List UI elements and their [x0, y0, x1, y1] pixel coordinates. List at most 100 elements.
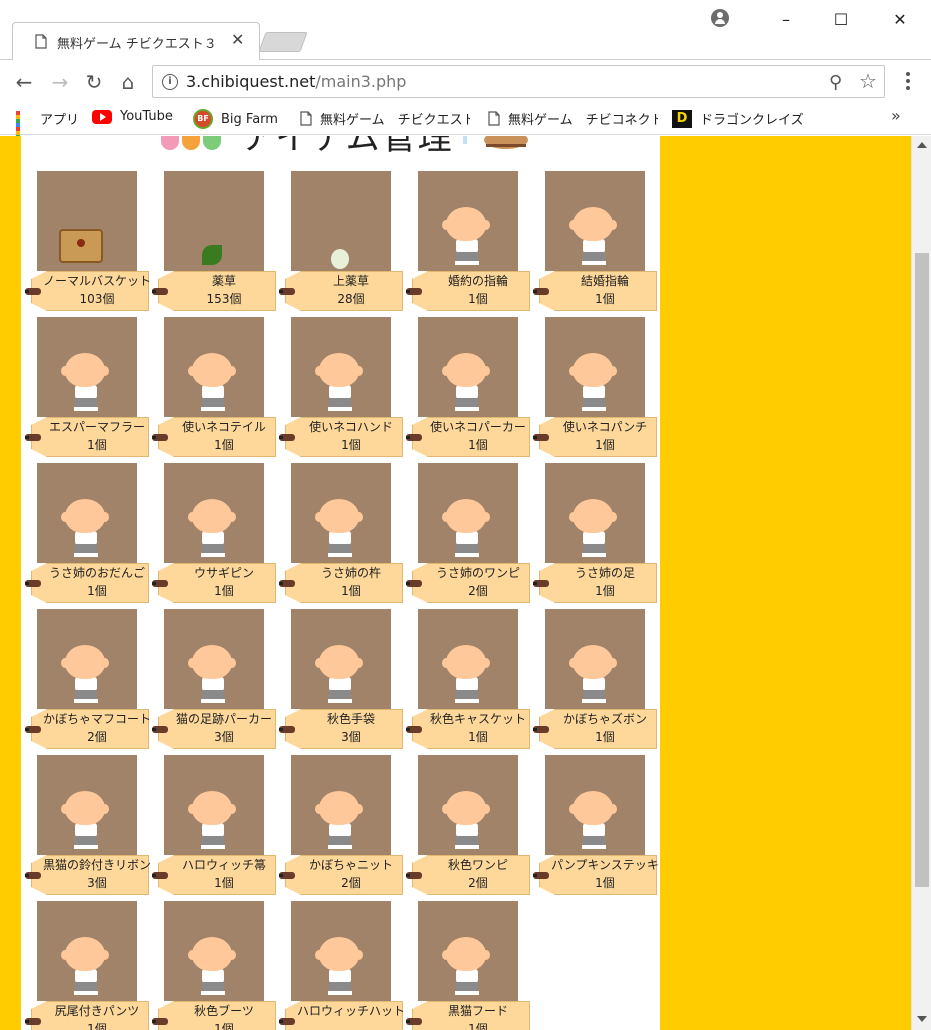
bookmark-dragoncraze[interactable]: D ドラゴンクレイズ — [672, 109, 804, 129]
item-thumbnail[interactable] — [418, 755, 518, 855]
item-thumbnail[interactable] — [291, 609, 391, 709]
minimize-button[interactable]: – — [766, 6, 806, 34]
chibi-avatar — [569, 353, 617, 417]
forward-button[interactable]: → — [48, 70, 72, 94]
item-card[interactable]: 結婚指輪 1個 — [533, 171, 660, 317]
page-icon — [300, 111, 312, 126]
item-thumbnail[interactable] — [418, 171, 518, 271]
item-thumbnail[interactable] — [545, 171, 645, 271]
item-card[interactable]: ハロウィッチハット — [279, 901, 412, 1030]
new-tab-button[interactable] — [258, 32, 308, 52]
item-card[interactable]: パンプキンステッキ 1個 — [533, 755, 660, 901]
item-thumbnail[interactable] — [291, 171, 391, 271]
item-tag: パンプキンステッキ 1個 — [533, 855, 659, 895]
back-button[interactable]: ← — [12, 70, 36, 94]
item-thumbnail[interactable] — [418, 317, 518, 417]
item-thumbnail[interactable] — [37, 901, 137, 1001]
item-thumbnail[interactable] — [545, 609, 645, 709]
bookmarks-bar: アプリ YouTube BF Big Farm 無料ゲーム チビクエスト 無料ゲー… — [0, 104, 931, 147]
item-card[interactable]: 秋色ワンピ 2個 — [406, 755, 539, 901]
item-thumbnail[interactable] — [164, 463, 264, 563]
zoom-icon[interactable]: ⚲ — [829, 72, 842, 93]
item-card[interactable]: うさ姉のおだんご 1個 — [25, 463, 158, 609]
item-count: 1個 — [87, 584, 107, 598]
item-card[interactable]: 使いネコパンチ 1個 — [533, 317, 660, 463]
item-card[interactable]: 猫の足跡パーカー 3個 — [152, 609, 285, 755]
tag-string-icon — [406, 872, 422, 879]
item-thumbnail[interactable] — [164, 609, 264, 709]
item-card[interactable]: 黒猫の鈴付きリボン 3個 — [25, 755, 158, 901]
item-thumbnail[interactable] — [545, 317, 645, 417]
profile-icon[interactable] — [711, 9, 729, 27]
item-card[interactable]: 秋色手袋 3個 — [279, 609, 412, 755]
close-tab-icon[interactable]: ✕ — [231, 30, 244, 49]
item-card[interactable]: うさ姉のワンピ 2個 — [406, 463, 539, 609]
item-card[interactable]: かぼちゃズボン 1個 — [533, 609, 660, 755]
item-card[interactable]: 薬草 153個 — [152, 171, 285, 317]
item-thumbnail[interactable] — [164, 755, 264, 855]
item-card[interactable]: かぼちゃニット 2個 — [279, 755, 412, 901]
item-thumbnail[interactable] — [37, 755, 137, 855]
item-card[interactable]: かぼちゃマフコート 2個 — [25, 609, 158, 755]
url-text[interactable]: 3.chibiquest.net/main3.php — [186, 72, 406, 91]
item-card[interactable]: 婚約の指輪 1個 — [406, 171, 539, 317]
bookmark-bigfarm[interactable]: BF Big Farm — [193, 109, 278, 129]
item-thumbnail[interactable] — [418, 609, 518, 709]
bookmark-youtube[interactable]: YouTube — [92, 109, 173, 129]
bookmark-chibiconnect[interactable]: 無料ゲーム チビコネクト — [488, 109, 658, 129]
item-thumbnail[interactable] — [291, 755, 391, 855]
item-card[interactable]: うさ姉の杵 1個 — [279, 463, 412, 609]
item-label: 秋色ブーツ 1個 — [169, 1002, 279, 1030]
item-card[interactable]: 秋色ブーツ 1個 — [152, 901, 285, 1030]
item-thumbnail[interactable] — [37, 171, 137, 271]
close-window-button[interactable]: ✕ — [880, 6, 920, 34]
item-tag: ハロウィッチ箒 1個 — [152, 855, 276, 895]
browser-menu-icon[interactable] — [898, 70, 918, 94]
item-thumbnail[interactable] — [37, 317, 137, 417]
item-card[interactable]: 黒猫フード 1個 — [406, 901, 539, 1030]
item-card[interactable]: うさ姉の足 1個 — [533, 463, 660, 609]
tag-string-icon — [406, 726, 422, 733]
item-card[interactable]: 使いネコパーカー 1個 — [406, 317, 539, 463]
item-card[interactable]: ノーマルバスケット 103個 — [25, 171, 158, 317]
item-thumbnail[interactable] — [164, 901, 264, 1001]
item-thumbnail[interactable] — [291, 317, 391, 417]
item-thumbnail[interactable] — [164, 317, 264, 417]
scroll-down-icon[interactable] — [917, 1016, 927, 1022]
reload-button[interactable]: ↻ — [82, 70, 106, 94]
item-card[interactable]: ウサギピン 1個 — [152, 463, 285, 609]
item-card[interactable]: 使いネコテイル 1個 — [152, 317, 285, 463]
item-thumbnail[interactable] — [418, 463, 518, 563]
browser-tab[interactable]: 無料ゲーム チビクエスト３ ✕ — [12, 22, 260, 61]
bookmark-star-icon[interactable]: ☆ — [859, 69, 877, 93]
item-thumbnail[interactable] — [291, 463, 391, 563]
item-thumbnail[interactable] — [545, 755, 645, 855]
item-thumbnail[interactable] — [37, 463, 137, 563]
item-name: ハロウィッチハット — [296, 1004, 405, 1018]
item-card[interactable]: 尻尾付きパンツ 1個 — [25, 901, 158, 1030]
item-card[interactable]: ハロウィッチ箒 1個 — [152, 755, 285, 901]
vertical-scrollbar[interactable] — [911, 136, 931, 1030]
home-button[interactable]: ⌂ — [116, 70, 140, 94]
bookmark-chibiquest[interactable]: 無料ゲーム チビクエスト — [300, 109, 470, 129]
info-icon[interactable]: i — [162, 74, 178, 90]
bookmarks-overflow-icon[interactable]: » — [891, 106, 901, 125]
item-thumbnail[interactable] — [545, 463, 645, 563]
item-tag: うさ姉のおだんご 1個 — [25, 563, 149, 603]
item-card[interactable]: 上薬草 28個 — [279, 171, 412, 317]
scrollbar-thumb[interactable] — [915, 253, 929, 887]
item-card[interactable]: 秋色キャスケット 1個 — [406, 609, 539, 755]
item-thumbnail[interactable] — [291, 901, 391, 1001]
item-card[interactable]: 使いネコハンド 1個 — [279, 317, 412, 463]
maximize-button[interactable]: ☐ — [821, 6, 861, 34]
item-card[interactable]: エスパーマフラー 1個 — [25, 317, 158, 463]
item-thumbnail[interactable] — [418, 901, 518, 1001]
item-thumbnail[interactable] — [164, 171, 264, 271]
item-label: 薬草 153個 — [169, 272, 279, 308]
bookmark-apps[interactable]: アプリ — [16, 109, 79, 147]
item-thumbnail[interactable] — [37, 609, 137, 709]
item-count: 1個 — [214, 584, 234, 598]
address-bar[interactable]: i 3.chibiquest.net/main3.php ⚲ ☆ — [152, 65, 885, 98]
item-label: かぼちゃマフコート 2個 — [42, 710, 152, 746]
scroll-up-icon[interactable] — [917, 142, 927, 148]
